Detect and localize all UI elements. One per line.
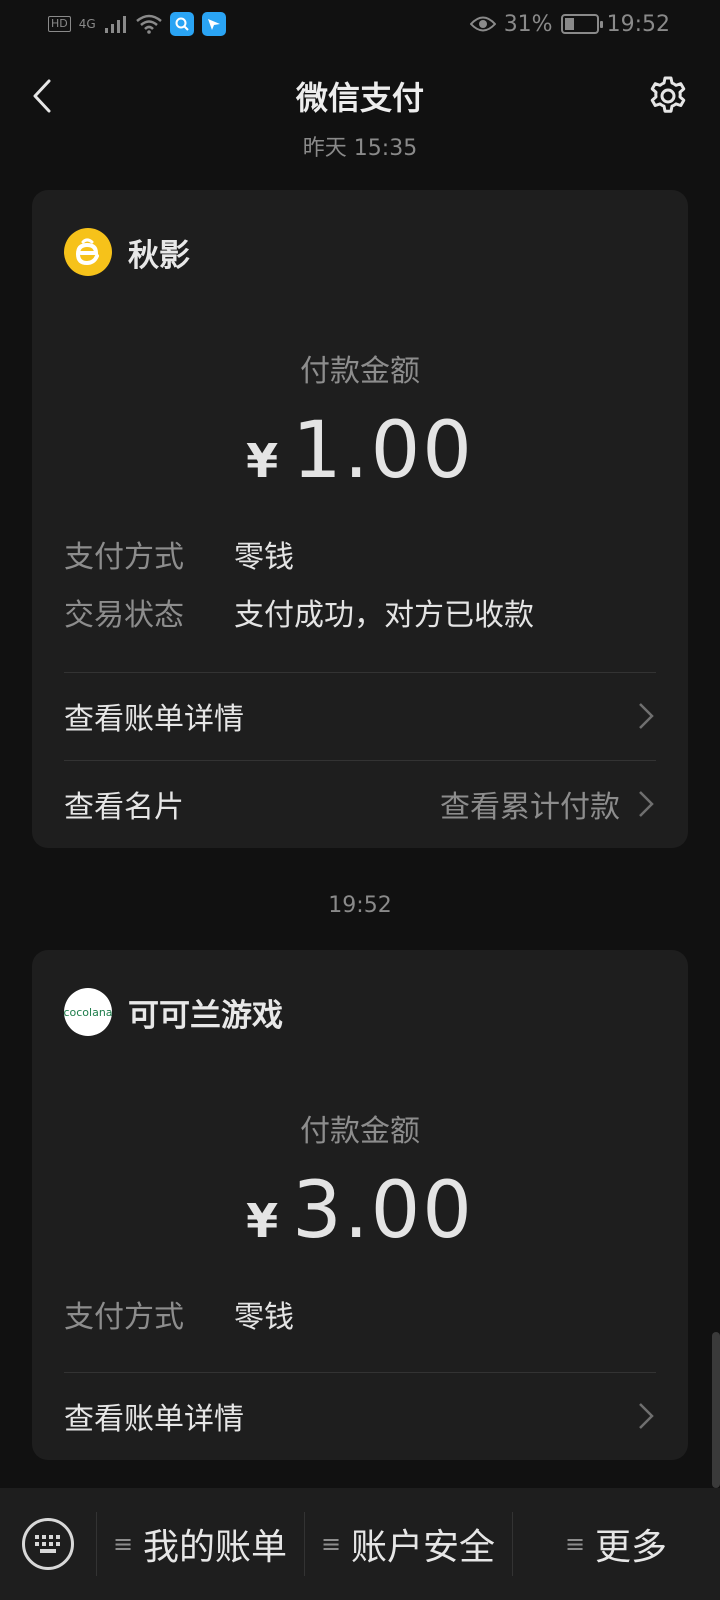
link-label: 查看账单详情 — [64, 702, 244, 737]
currency-symbol: ¥ — [246, 434, 279, 488]
keyboard-toggle-button[interactable] — [0, 1488, 96, 1600]
search-app-icon — [169, 12, 194, 36]
view-bill-details-link[interactable]: 查看账单详情 — [64, 673, 656, 759]
merchant-avatar — [64, 228, 112, 276]
settings-button[interactable] — [646, 74, 690, 118]
network-indicator: 4G — [78, 17, 96, 31]
battery-icon — [560, 14, 603, 34]
status-left: HD 4G — [48, 12, 226, 36]
payment-card: cocolana 可可兰游戏 付款金额 ¥ 3.00 支付方式 零钱 查看账单详… — [32, 950, 688, 1460]
info-value: 零钱 — [234, 540, 294, 575]
bottom-menu: ≡ 我的账单 ≡ 账户安全 ≡ 更多 — [0, 1488, 720, 1600]
chevron-left-icon — [33, 79, 51, 113]
merchant-avatar: cocolana — [64, 988, 112, 1036]
menu-more[interactable]: ≡ 更多 — [512, 1488, 720, 1600]
status-right: 31% 19:52 — [469, 11, 670, 37]
view-bill-details-link[interactable]: 查看账单详情 — [64, 1373, 656, 1459]
amount: ¥ 1.00 — [32, 406, 688, 496]
chevron-right-icon — [639, 791, 654, 817]
merchant-header: cocolana 可可兰游戏 — [64, 988, 283, 1036]
view-business-card-link[interactable]: 查看名片 查看累计付款 — [64, 761, 656, 847]
page-title: 微信支付 — [295, 79, 424, 117]
menu-icon: ≡ — [564, 1530, 586, 1558]
status-time: 19:52 — [606, 11, 670, 37]
transaction-status-row: 交易状态 支付成功，对方已收款 — [64, 590, 534, 634]
status-bar: HD 4G 31% 19:52 — [0, 0, 720, 48]
menu-icon: ≡ — [112, 1530, 134, 1558]
timestamp: 19:52 — [328, 893, 392, 918]
chevron-right-icon — [639, 703, 654, 729]
amount: ¥ 3.00 — [32, 1166, 688, 1256]
wifi-icon — [135, 14, 162, 34]
keyboard-icon — [22, 1518, 74, 1570]
merchant-name: 秋影 — [128, 237, 190, 274]
battery-fill — [564, 18, 574, 30]
view-total-payments-link[interactable]: 查看累计付款 — [440, 782, 656, 826]
merchant-header: 秋影 — [64, 228, 190, 276]
menu-label: 我的账单 — [143, 1527, 288, 1568]
nav-bar: 微信支付 — [0, 48, 720, 144]
timestamp: 昨天 15:35 — [302, 136, 418, 160]
hd-indicator: HD — [48, 16, 71, 32]
amount-value: 1.00 — [292, 406, 474, 496]
link-label: 查看名片 — [64, 790, 184, 825]
amount-label: 付款金额 — [300, 1114, 420, 1149]
menu-icon: ≡ — [320, 1530, 342, 1558]
info-key: 交易状态 — [64, 598, 184, 633]
menu-account-security[interactable]: ≡ 账户安全 — [304, 1488, 512, 1600]
info-key: 支付方式 — [64, 540, 184, 575]
info-value: 支付成功，对方已收款 — [234, 598, 534, 633]
merchant-logo-text: cocolana — [64, 1005, 112, 1019]
info-key: 支付方式 — [64, 1300, 184, 1335]
battery-percent: 31% — [503, 11, 553, 37]
amount-value: 3.00 — [292, 1166, 474, 1256]
link-right-label: 查看累计付款 — [440, 790, 620, 825]
signal-icon — [104, 16, 126, 33]
payment-method-row: 支付方式 零钱 — [64, 532, 294, 576]
payment-method-row: 支付方式 零钱 — [64, 1292, 294, 1336]
back-button[interactable] — [24, 78, 60, 114]
merchant-name: 可可兰游戏 — [128, 997, 283, 1034]
gear-icon — [650, 76, 686, 113]
bird-app-icon — [201, 12, 226, 36]
chevron-right-icon — [639, 1403, 654, 1429]
menu-label: 账户安全 — [351, 1527, 496, 1568]
link-label: 查看账单详情 — [64, 1402, 244, 1437]
merchant-logo-icon — [75, 238, 99, 266]
currency-symbol: ¥ — [246, 1194, 279, 1248]
payment-card: 秋影 付款金额 ¥ 1.00 支付方式 零钱 交易状态 支付成功，对方已收款 查… — [32, 190, 688, 848]
amount-label: 付款金额 — [300, 354, 420, 389]
menu-label: 更多 — [595, 1527, 668, 1568]
info-value: 零钱 — [234, 1300, 294, 1335]
scrollbar[interactable] — [712, 1332, 720, 1488]
menu-my-bills[interactable]: ≡ 我的账单 — [96, 1488, 304, 1600]
eye-icon — [469, 16, 496, 32]
